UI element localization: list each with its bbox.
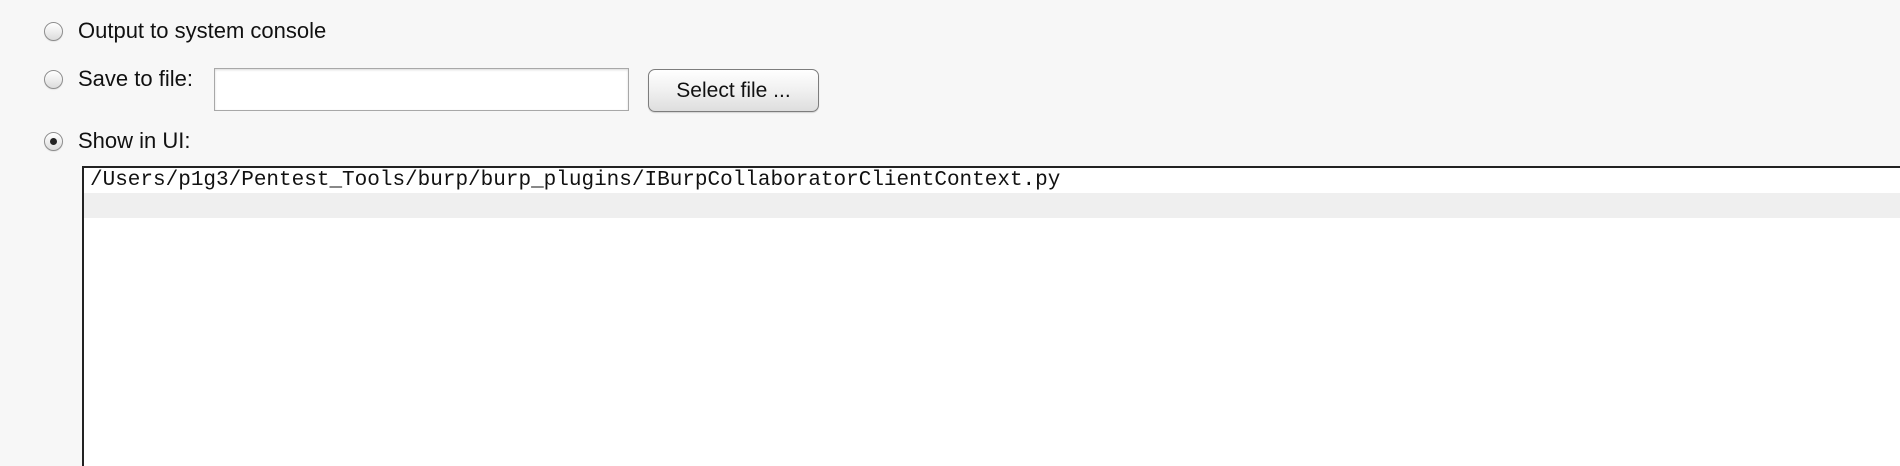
file-path-input[interactable] (214, 68, 629, 111)
option-show-in-ui-label: Show in UI: (78, 128, 191, 153)
option-save-to-file[interactable]: Save to file: (44, 68, 193, 90)
radio-selected-dot (50, 137, 57, 145)
option-system-console-label: Output to system console (78, 18, 327, 43)
option-system-console[interactable]: Output to system console (44, 20, 326, 42)
output-line: /Users/p1g3/Pentest_Tools/burp/burp_plug… (90, 169, 1061, 192)
output-line-current (84, 193, 1900, 218)
radio-system-console[interactable] (44, 21, 63, 41)
select-file-button[interactable]: Select file ... (648, 69, 819, 112)
option-show-in-ui[interactable]: Show in UI: (44, 130, 191, 152)
radio-show-in-ui[interactable] (44, 131, 63, 151)
option-save-to-file-label: Save to file: (78, 66, 193, 91)
radio-save-to-file[interactable] (44, 69, 63, 89)
output-text-area[interactable]: /Users/p1g3/Pentest_Tools/burp/burp_plug… (82, 166, 1900, 466)
